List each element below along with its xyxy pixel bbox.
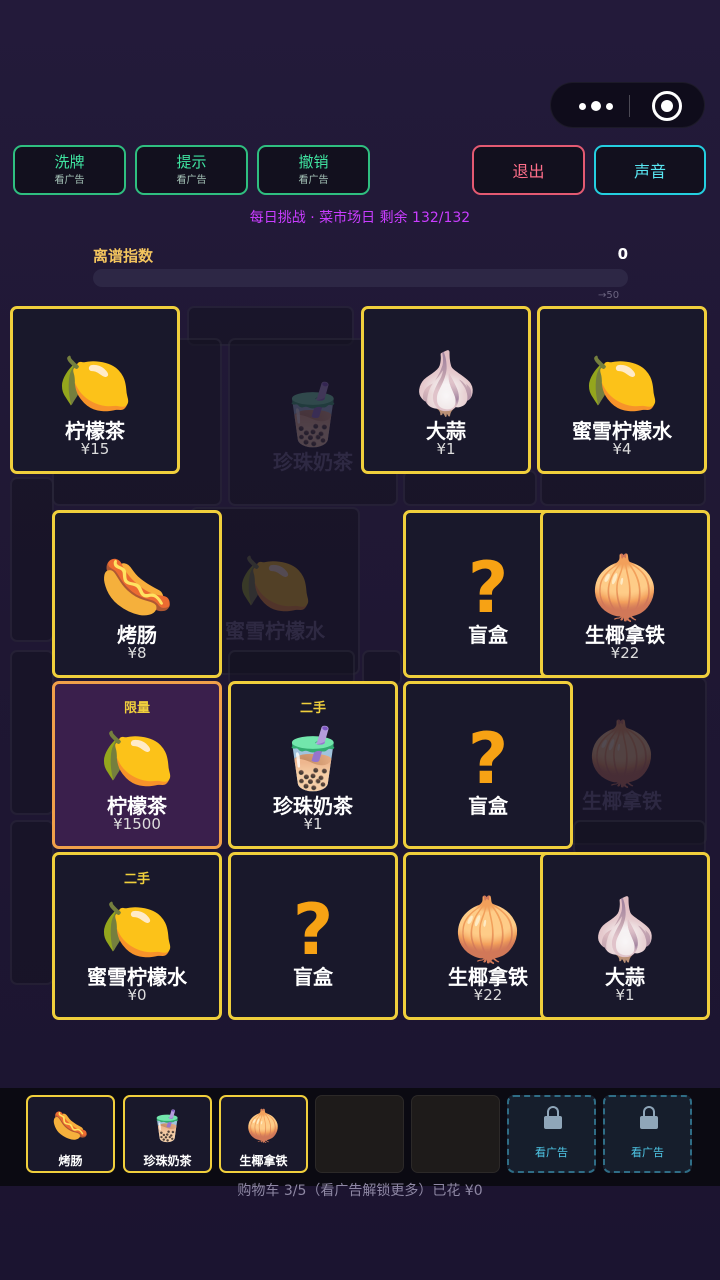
secondhand-tag: 二手: [299, 701, 326, 716]
limited-tag: 限量: [123, 701, 150, 716]
cart-slot[interactable]: 🧋 珍珠奶茶: [123, 1095, 212, 1173]
cart-item-name: 烤肠: [58, 1154, 83, 1168]
cart-slot-empty: [411, 1095, 500, 1173]
tile-bubble-tea[interactable]: 二手 🧋 珍珠奶茶 ¥1: [228, 681, 398, 849]
tile-name: 盲盒: [293, 965, 333, 989]
undo-label: 撤销: [298, 152, 329, 171]
tile-price: ¥1: [303, 815, 323, 833]
tile-price: ¥0: [127, 986, 147, 1004]
cart-status: 购物车 3/5（看广告解锁更多）已花 ¥0: [237, 1183, 483, 1199]
capsule-divider: [629, 95, 630, 117]
garlic-icon: 🧄: [408, 349, 484, 419]
tile-mixue-lemonade[interactable]: 🍋 蜜雪柠檬水 ¥4: [537, 306, 707, 474]
secondhand-tag: 二手: [123, 872, 150, 887]
tile-mixue-lemonade-secondhand[interactable]: 二手 🍋 蜜雪柠檬水 ¥0: [52, 852, 222, 1020]
tile-garlic[interactable]: 🧄 大蒜 ¥1: [540, 852, 710, 1020]
onion-icon: 🧅: [587, 553, 663, 623]
undo-button[interactable]: 撤销 看广告: [257, 145, 370, 195]
blocked-tile-edge: [540, 470, 706, 506]
onion-icon: 🧅: [244, 1109, 283, 1144]
cart-slot[interactable]: 🧅 生椰拿铁: [219, 1095, 308, 1173]
tile-lemon-tea[interactable]: 🍋 柠檬茶 ¥15: [10, 306, 180, 474]
question-mark-icon: ?: [292, 889, 334, 971]
cart-slot-locked[interactable]: 看广告: [507, 1095, 596, 1173]
miniprogram-capsule: [550, 82, 705, 128]
unlock-ad-label: 看广告: [535, 1146, 568, 1159]
blocked-tile-edge: [403, 470, 537, 506]
cart-item-name: 生椰拿铁: [239, 1154, 288, 1168]
shuffle-button[interactable]: 洗牌 看广告: [13, 145, 126, 195]
tile-lemon-tea-limited[interactable]: 限量 🍋 柠檬茶 ¥1500: [52, 681, 222, 849]
undo-ad-label: 看广告: [298, 174, 329, 186]
daily-challenge-status: 每日挑战 · 菜市场日 剩余 132/132: [249, 210, 471, 226]
tile-price: ¥1: [615, 986, 635, 1004]
tile-garlic[interactable]: 🧄 大蒜 ¥1: [361, 306, 531, 474]
hint-label: 提示: [176, 152, 207, 171]
absurd-index-value: 0: [617, 245, 628, 263]
absurd-index-bar: [93, 269, 628, 287]
sound-button[interactable]: 声音: [594, 145, 706, 195]
question-mark-icon: ?: [467, 718, 509, 800]
lock-icon: [640, 1106, 658, 1130]
tile-coconut-latte[interactable]: 🧅 生椰拿铁 ¥22: [540, 510, 710, 678]
cart-slot-locked[interactable]: 看广告: [603, 1095, 692, 1173]
tile-name: 盲盒: [468, 794, 508, 818]
bubble-tea-icon: 🧋: [148, 1109, 187, 1144]
blocked-tile-edge: [10, 477, 54, 642]
sound-label: 声音: [633, 162, 666, 181]
tile-sausage[interactable]: 🌭 烤肠 ¥8: [52, 510, 222, 678]
unlock-ad-label: 看广告: [631, 1146, 664, 1159]
garlic-icon: 🧄: [587, 895, 663, 965]
absurd-index-label: 离谱指数: [93, 247, 154, 265]
lemon-icon: 🍋: [57, 349, 133, 419]
close-miniprogram-icon[interactable]: [652, 91, 682, 121]
tile-price: ¥1500: [113, 815, 161, 833]
cart-slot-empty: [315, 1095, 404, 1173]
hotdog-icon: 🌭: [51, 1109, 90, 1144]
lemon-icon: 🍋: [99, 895, 175, 965]
tile-price: ¥22: [610, 644, 640, 662]
tile-mystery-box[interactable]: ? 盲盒: [228, 852, 398, 1020]
tile-price: ¥8: [127, 644, 147, 662]
shuffle-label: 洗牌: [54, 152, 85, 171]
cart-slot[interactable]: 🌭 烤肠: [26, 1095, 115, 1173]
exit-button[interactable]: 退出: [472, 145, 585, 195]
blocked-tile-edge: [10, 820, 54, 985]
tile-price: ¥1: [436, 440, 456, 458]
blocked-tile-edge: [573, 820, 706, 856]
lock-icon: [544, 1106, 562, 1130]
exit-label: 退出: [512, 162, 545, 181]
absurd-index-target: →50: [598, 290, 620, 301]
cart-item-name: 珍珠奶茶: [143, 1154, 192, 1168]
tile-price: ¥4: [612, 440, 632, 458]
tile-price: ¥15: [80, 440, 110, 458]
hint-button[interactable]: 提示 看广告: [135, 145, 248, 195]
shuffle-ad-label: 看广告: [54, 174, 85, 186]
hint-ad-label: 看广告: [176, 174, 207, 186]
bubble-tea-icon: 🧋: [275, 724, 351, 794]
tile-mystery-box[interactable]: ? 盲盒: [403, 681, 573, 849]
lemon-icon: 🍋: [584, 349, 660, 419]
more-menu-icon[interactable]: [571, 83, 621, 129]
hotdog-icon: 🌭: [99, 553, 175, 623]
blocked-tile-edge: [10, 650, 54, 815]
lemon-icon: 🍋: [99, 724, 175, 794]
